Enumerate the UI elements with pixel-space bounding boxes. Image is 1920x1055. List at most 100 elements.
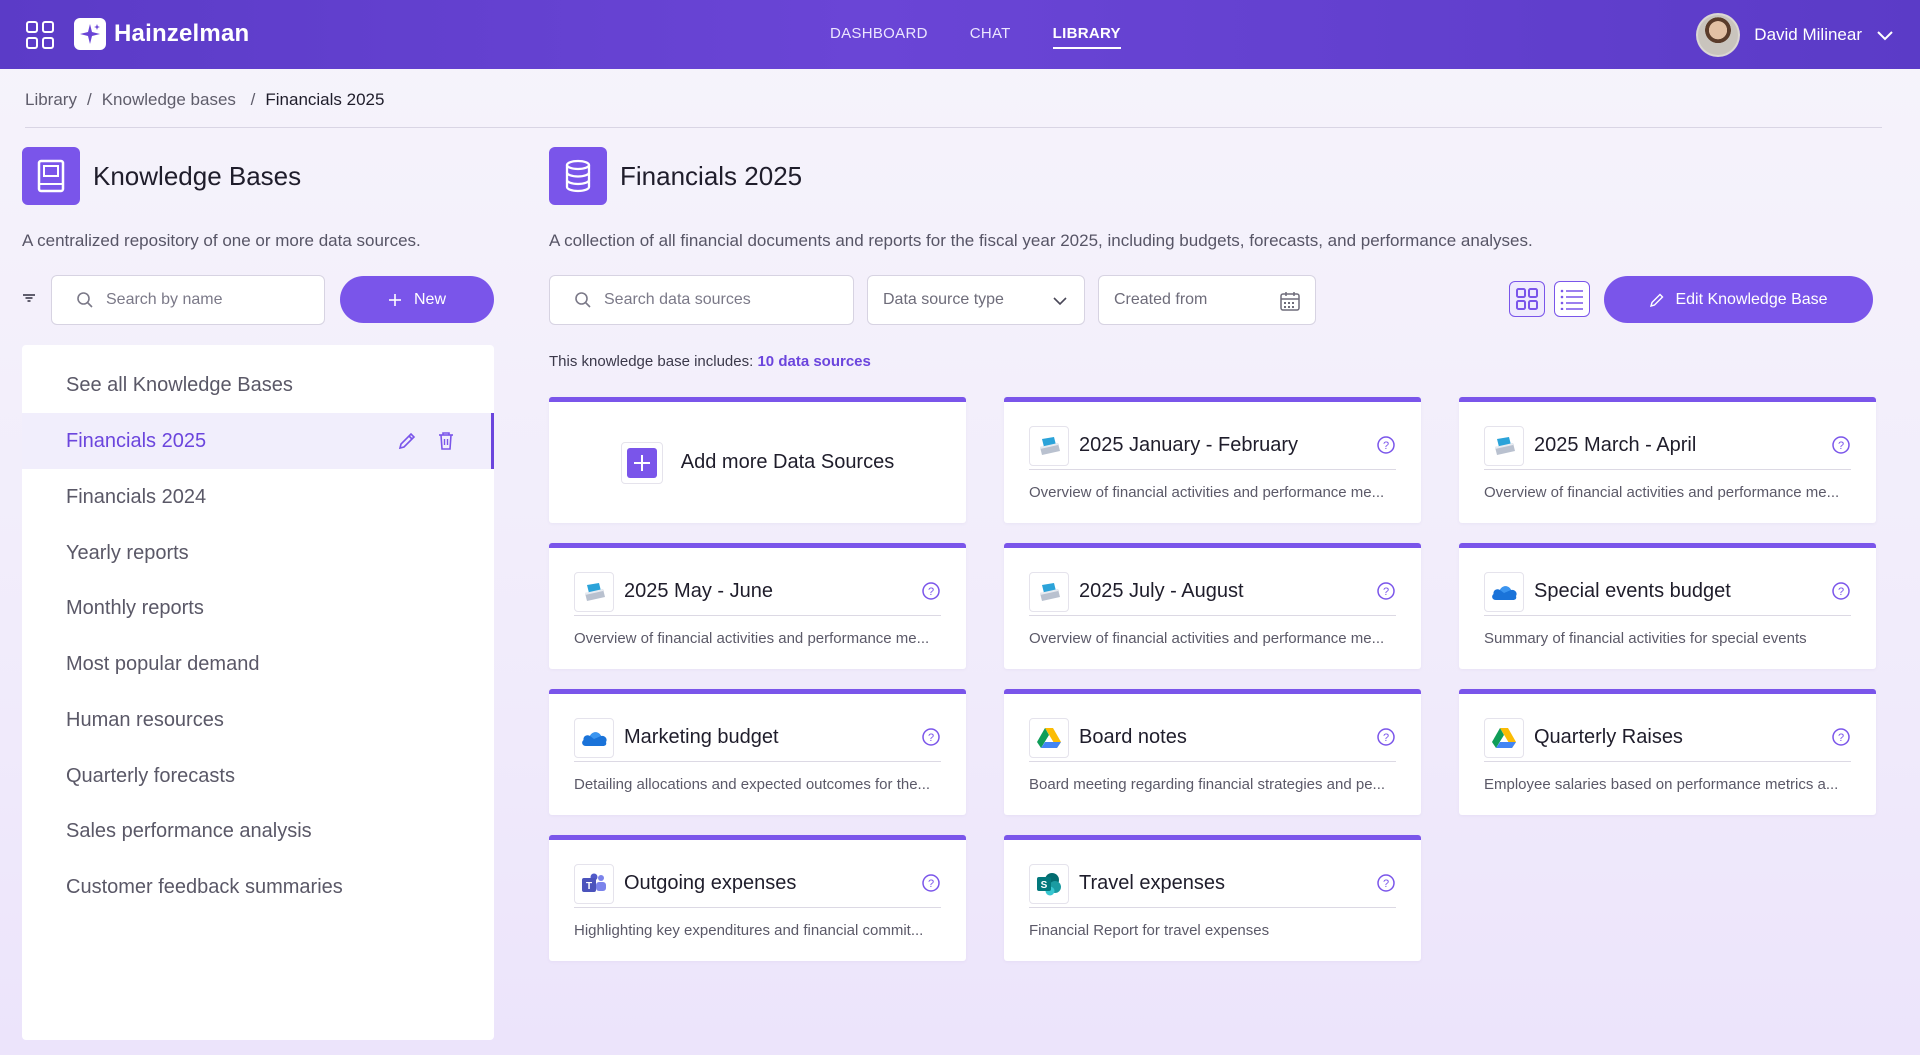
sharepoint-icon: S: [1029, 863, 1069, 904]
app-name: Hainzelman: [114, 20, 250, 47]
search-icon: [575, 292, 591, 308]
financials-header: Financials 2025: [549, 147, 802, 205]
edit-button-label: Edit Knowledge Base: [1675, 290, 1828, 308]
includes-prefix: This knowledge base includes:: [549, 353, 754, 370]
help-icon[interactable]: ?: [921, 873, 941, 893]
data-source-card[interactable]: Board notes ? Board meeting regarding fi…: [1004, 689, 1421, 815]
svg-text:?: ?: [1383, 732, 1389, 744]
svg-text:?: ?: [928, 586, 934, 598]
user-name: David Milinear: [1754, 25, 1862, 44]
top-bar: Hainzelman DASHBOARD CHAT LIBRARY David …: [0, 0, 1920, 69]
svg-text:?: ?: [1383, 878, 1389, 890]
page-description: A collection of all financial documents …: [549, 231, 1533, 250]
grid-view-button[interactable]: [1509, 281, 1545, 317]
add-icon: [620, 441, 663, 484]
drive-server-icon: [1029, 571, 1069, 612]
help-icon[interactable]: ?: [1376, 581, 1396, 601]
kb-item-customer-feedback-summaries[interactable]: Customer feedback summaries: [22, 859, 494, 915]
trash-icon[interactable]: [437, 431, 455, 451]
data-source-search-input[interactable]: Search data sources: [549, 275, 854, 325]
help-icon[interactable]: ?: [1376, 873, 1396, 893]
edit-knowledge-base-button[interactable]: Edit Knowledge Base: [1604, 276, 1873, 323]
created-from-date-input[interactable]: Created from: [1098, 275, 1316, 325]
data-source-card[interactable]: T Outgoing expenses ? Highlighting key e…: [549, 835, 966, 961]
nav-dashboard[interactable]: DASHBOARD: [830, 25, 928, 44]
data-source-card[interactable]: S Travel expenses ? Financial Report for…: [1004, 835, 1421, 961]
chevron-down-icon: [1877, 31, 1893, 41]
card-title: 2025 July - August: [1079, 580, 1244, 602]
help-icon[interactable]: ?: [921, 727, 941, 747]
kb-item-monthly-reports[interactable]: Monthly reports: [22, 580, 494, 636]
kb-item-yearly-reports[interactable]: Yearly reports: [22, 525, 494, 581]
add-data-sources-card[interactable]: Add more Data Sources: [549, 397, 966, 523]
card-title: Board notes: [1079, 726, 1187, 748]
data-source-card[interactable]: Marketing budget ? Detailing allocations…: [549, 689, 966, 815]
kb-item-financials-2024[interactable]: Financials 2024: [22, 469, 494, 525]
data-source-card[interactable]: 2025 March - April ? Overview of financi…: [1459, 397, 1876, 523]
kb-item-most-popular-demand[interactable]: Most popular demand: [22, 636, 494, 692]
edit-pencil-icon[interactable]: [397, 431, 417, 451]
card-description: Detailing allocations and expected outco…: [574, 776, 931, 793]
help-icon[interactable]: ?: [921, 581, 941, 601]
breadcrumb-separator: /: [245, 90, 256, 109]
help-icon[interactable]: ?: [1376, 435, 1396, 455]
data-source-type-select[interactable]: Data source type: [867, 275, 1085, 325]
card-title: 2025 January - February: [1079, 434, 1299, 456]
drive-server-icon: [1029, 425, 1069, 466]
page-title: Financials 2025: [620, 160, 803, 191]
google-drive-icon: [1484, 717, 1524, 758]
kb-item-label: Most popular demand: [66, 652, 260, 675]
kb-item-human-resources[interactable]: Human resources: [22, 692, 494, 748]
breadcrumb-current: Financials 2025: [265, 90, 385, 109]
data-source-card[interactable]: Quarterly Raises ? Employee salaries bas…: [1459, 689, 1876, 815]
knowledge-bases-description: A centralized repository of one or more …: [22, 231, 421, 250]
kb-item-label: Financials 2025: [66, 429, 207, 452]
plus-icon: [388, 293, 401, 306]
breadcrumb-separator: /: [86, 90, 92, 109]
new-button-label: New: [413, 290, 446, 308]
kb-item-see-all[interactable]: See all Knowledge Bases: [22, 357, 494, 413]
kb-item-financials-2025[interactable]: Financials 2025: [22, 413, 494, 469]
kb-item-label: Financials 2024: [66, 485, 207, 508]
card-title: 2025 May - June: [624, 580, 773, 602]
kb-item-quarterly-forecasts[interactable]: Quarterly forecasts: [22, 748, 494, 804]
created-from-label: Created from: [1114, 291, 1208, 308]
chevron-down-icon: [1053, 297, 1067, 306]
nav-library[interactable]: LIBRARY: [1052, 25, 1122, 49]
svg-text:T: T: [586, 881, 592, 892]
help-icon[interactable]: ?: [1831, 727, 1851, 747]
svg-text:?: ?: [1383, 586, 1389, 598]
main-nav: DASHBOARD CHAT LIBRARY: [830, 0, 1122, 69]
card-title: Travel expenses: [1079, 872, 1225, 894]
card-title: Special events budget: [1534, 580, 1731, 602]
kb-search-input[interactable]: Search by name: [51, 275, 325, 325]
help-icon[interactable]: ?: [1831, 581, 1851, 601]
drive-server-icon: [1484, 425, 1524, 466]
data-source-count-link[interactable]: 10 data sources: [757, 353, 870, 370]
help-icon[interactable]: ?: [1376, 727, 1396, 747]
data-source-card[interactable]: 2025 May - June ? Overview of financial …: [549, 543, 966, 669]
card-description: Board meeting regarding financial strate…: [1029, 776, 1386, 793]
kb-item-sales-performance-analysis[interactable]: Sales performance analysis: [22, 803, 494, 859]
data-source-search-placeholder: Search data sources: [604, 291, 751, 308]
nav-chat[interactable]: CHAT: [970, 25, 1011, 44]
user-menu[interactable]: David Milinear: [1696, 13, 1894, 57]
data-source-count: This knowledge base includes: 10 data so…: [549, 353, 871, 370]
kb-item-label: Human resources: [66, 708, 224, 731]
edit-pencil-icon: [1650, 293, 1664, 307]
app-grid-icon[interactable]: [26, 21, 54, 49]
data-source-card[interactable]: Special events budget ? Summary of finan…: [1459, 543, 1876, 669]
data-source-card[interactable]: 2025 July - August ? Overview of financi…: [1004, 543, 1421, 669]
kb-item-label: Quarterly forecasts: [66, 764, 235, 787]
app-logo[interactable]: Hainzelman: [74, 18, 249, 50]
database-icon: [549, 147, 607, 205]
filter-icon[interactable]: [22, 293, 36, 303]
breadcrumb-library[interactable]: Library: [25, 90, 77, 110]
help-icon[interactable]: ?: [1831, 435, 1851, 455]
knowledge-base-list: See all Knowledge Bases Financials 2025 …: [22, 345, 494, 1040]
svg-text:?: ?: [1838, 732, 1844, 744]
new-knowledge-base-button[interactable]: New: [340, 276, 494, 323]
breadcrumb-knowledge-bases[interactable]: Knowledge bases: [102, 90, 236, 110]
list-view-button[interactable]: [1554, 281, 1590, 317]
data-source-card[interactable]: 2025 January - February ? Overview of fi…: [1004, 397, 1421, 523]
